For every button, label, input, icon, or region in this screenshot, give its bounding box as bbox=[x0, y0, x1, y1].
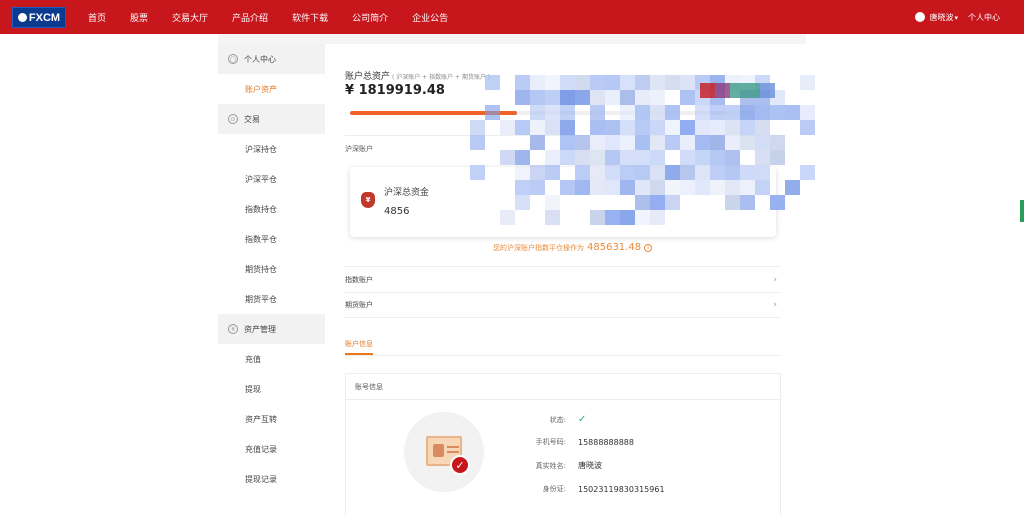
nav-software-download[interactable]: 软件下载 bbox=[292, 11, 328, 24]
tab-account-info[interactable]: 账户信息 bbox=[345, 339, 373, 355]
phone-field: 手机号码: 15888888888 bbox=[535, 437, 634, 447]
hushen-note: 您的沪深账户指数平仓操作为 485631.48 i bbox=[493, 242, 653, 253]
sidebar-item-withdraw-records[interactable]: 提现记录 bbox=[218, 464, 325, 494]
hushen-funds-value: 4856 bbox=[384, 206, 410, 217]
hushen-funds-card: ¥ 沪深总资金 4856 bbox=[350, 167, 776, 237]
account-info-panel: 账号信息 ✓ 状态: ✓ 手机号码: 15888888888 真实姓名: 唐晓波 身份… bbox=[345, 373, 781, 516]
personal-center-link[interactable]: 个人中心 bbox=[968, 12, 1000, 23]
main-content: 账户总资产( 沪深账户 + 指数账户 + 期货账户 ) ¥ 1819919.48… bbox=[325, 44, 806, 516]
id-number-field: 身份证: 15023119830315961 bbox=[542, 484, 665, 494]
user-menu: 唐晓波▾ 个人中心 bbox=[915, 0, 1000, 34]
note-text: 您的沪深账户指数平仓操作为 bbox=[493, 243, 584, 252]
sidebar-item-account-assets[interactable]: 账户资产 bbox=[218, 74, 325, 104]
chevron-right-icon: › bbox=[773, 300, 777, 310]
index-account-row[interactable]: 指数账户 › bbox=[345, 266, 781, 292]
nav-announcements[interactable]: 企业公告 bbox=[412, 11, 448, 24]
id-lines-icon bbox=[447, 446, 459, 448]
user-icon: ◯ bbox=[228, 54, 238, 64]
total-assets-subtitle: ( 沪深账户 + 指数账户 + 期货账户 ) bbox=[392, 74, 491, 81]
sidebar-item-index-positions[interactable]: 指数持仓 bbox=[218, 194, 325, 224]
trade-icon: ⊙ bbox=[228, 114, 238, 124]
check-badge-icon: ✓ bbox=[450, 455, 470, 475]
sidebar-item-hushen-closed[interactable]: 沪深平仓 bbox=[218, 164, 325, 194]
futures-account-label: 期货账户 bbox=[345, 301, 373, 309]
sidebar-item-deposit-records[interactable]: 充值记录 bbox=[218, 434, 325, 464]
main-nav: 首页 股票 交易大厅 产品介绍 软件下载 公司简介 企业公告 bbox=[88, 0, 472, 34]
sidebar-item-transfer[interactable]: 资产互转 bbox=[218, 404, 325, 434]
sidebar: ◯ 个人中心 账户资产 ⊙ 交易 沪深持仓 沪深平仓 指数持仓 指数平仓 期货持仓 … bbox=[218, 44, 325, 516]
status-field: 状态: ✓ bbox=[549, 414, 587, 425]
index-account-label: 指数账户 bbox=[345, 275, 373, 284]
sidebar-section-asset-mgmt: ¥ 资产管理 bbox=[218, 314, 325, 344]
sidebar-item-index-closed[interactable]: 指数平仓 bbox=[218, 224, 325, 254]
sidebar-item-hushen-positions[interactable]: 沪深持仓 bbox=[218, 134, 325, 164]
logo-mark-icon bbox=[17, 13, 27, 22]
hushen-account-label: 沪深账户 bbox=[345, 145, 373, 153]
page-background-left bbox=[0, 34, 218, 516]
account-info-title: 账号信息 bbox=[346, 374, 780, 400]
nav-home[interactable]: 首页 bbox=[88, 11, 106, 24]
tab-bar: 账户信息 bbox=[345, 334, 781, 356]
sidebar-section-personal: ◯ 个人中心 bbox=[218, 44, 325, 74]
total-assets-value: ¥ 1819919.48 bbox=[345, 83, 445, 98]
real-name-field: 真实姓名: 唐晓波 bbox=[535, 461, 602, 470]
status-check-icon: ✓ bbox=[578, 414, 587, 425]
sidebar-item-deposit[interactable]: 充值 bbox=[218, 344, 325, 374]
sidebar-item-futures-positions[interactable]: 期货持仓 bbox=[218, 254, 325, 284]
assets-progress-fill bbox=[350, 111, 517, 115]
fxcm-logo[interactable]: FXCM bbox=[12, 7, 66, 28]
nav-products[interactable]: 产品介绍 bbox=[232, 11, 268, 24]
nav-stocks[interactable]: 股票 bbox=[130, 11, 148, 24]
futures-account-row[interactable]: 期货账户 › bbox=[345, 292, 781, 318]
chevron-right-icon: › bbox=[773, 274, 777, 285]
user-name[interactable]: 唐晓波▾ bbox=[929, 12, 958, 23]
money-bag-icon: ¥ bbox=[361, 192, 375, 208]
verified-certificate-icon: ✓ bbox=[404, 412, 484, 492]
nav-trading-hall[interactable]: 交易大厅 bbox=[172, 11, 208, 24]
sidebar-item-withdraw[interactable]: 提现 bbox=[218, 374, 325, 404]
info-icon[interactable]: i bbox=[644, 243, 653, 252]
sidebar-section-trade: ⊙ 交易 bbox=[218, 104, 325, 134]
divider bbox=[345, 135, 781, 136]
logo-text: FXCM bbox=[28, 11, 61, 24]
user-avatar-icon[interactable] bbox=[915, 12, 926, 22]
note-value: 485631.48 bbox=[587, 242, 642, 253]
yen-icon: ¥ bbox=[228, 324, 238, 334]
nav-company-intro[interactable]: 公司简介 bbox=[352, 11, 388, 24]
sidebar-item-futures-closed[interactable]: 期货平仓 bbox=[218, 284, 325, 314]
top-navbar: FXCM 首页 股票 交易大厅 产品介绍 软件下载 公司简介 企业公告 唐晓波▾… bbox=[0, 0, 1024, 34]
chevron-down-icon: ▾ bbox=[954, 13, 958, 22]
total-assets-title: 账户总资产( 沪深账户 + 指数账户 + 期货账户 ) bbox=[345, 72, 491, 82]
hushen-funds-label: 沪深总资金 bbox=[384, 188, 430, 198]
scrollbar-marker[interactable] bbox=[1020, 200, 1024, 222]
id-photo-icon bbox=[433, 444, 444, 457]
page-background-right bbox=[806, 34, 1024, 516]
